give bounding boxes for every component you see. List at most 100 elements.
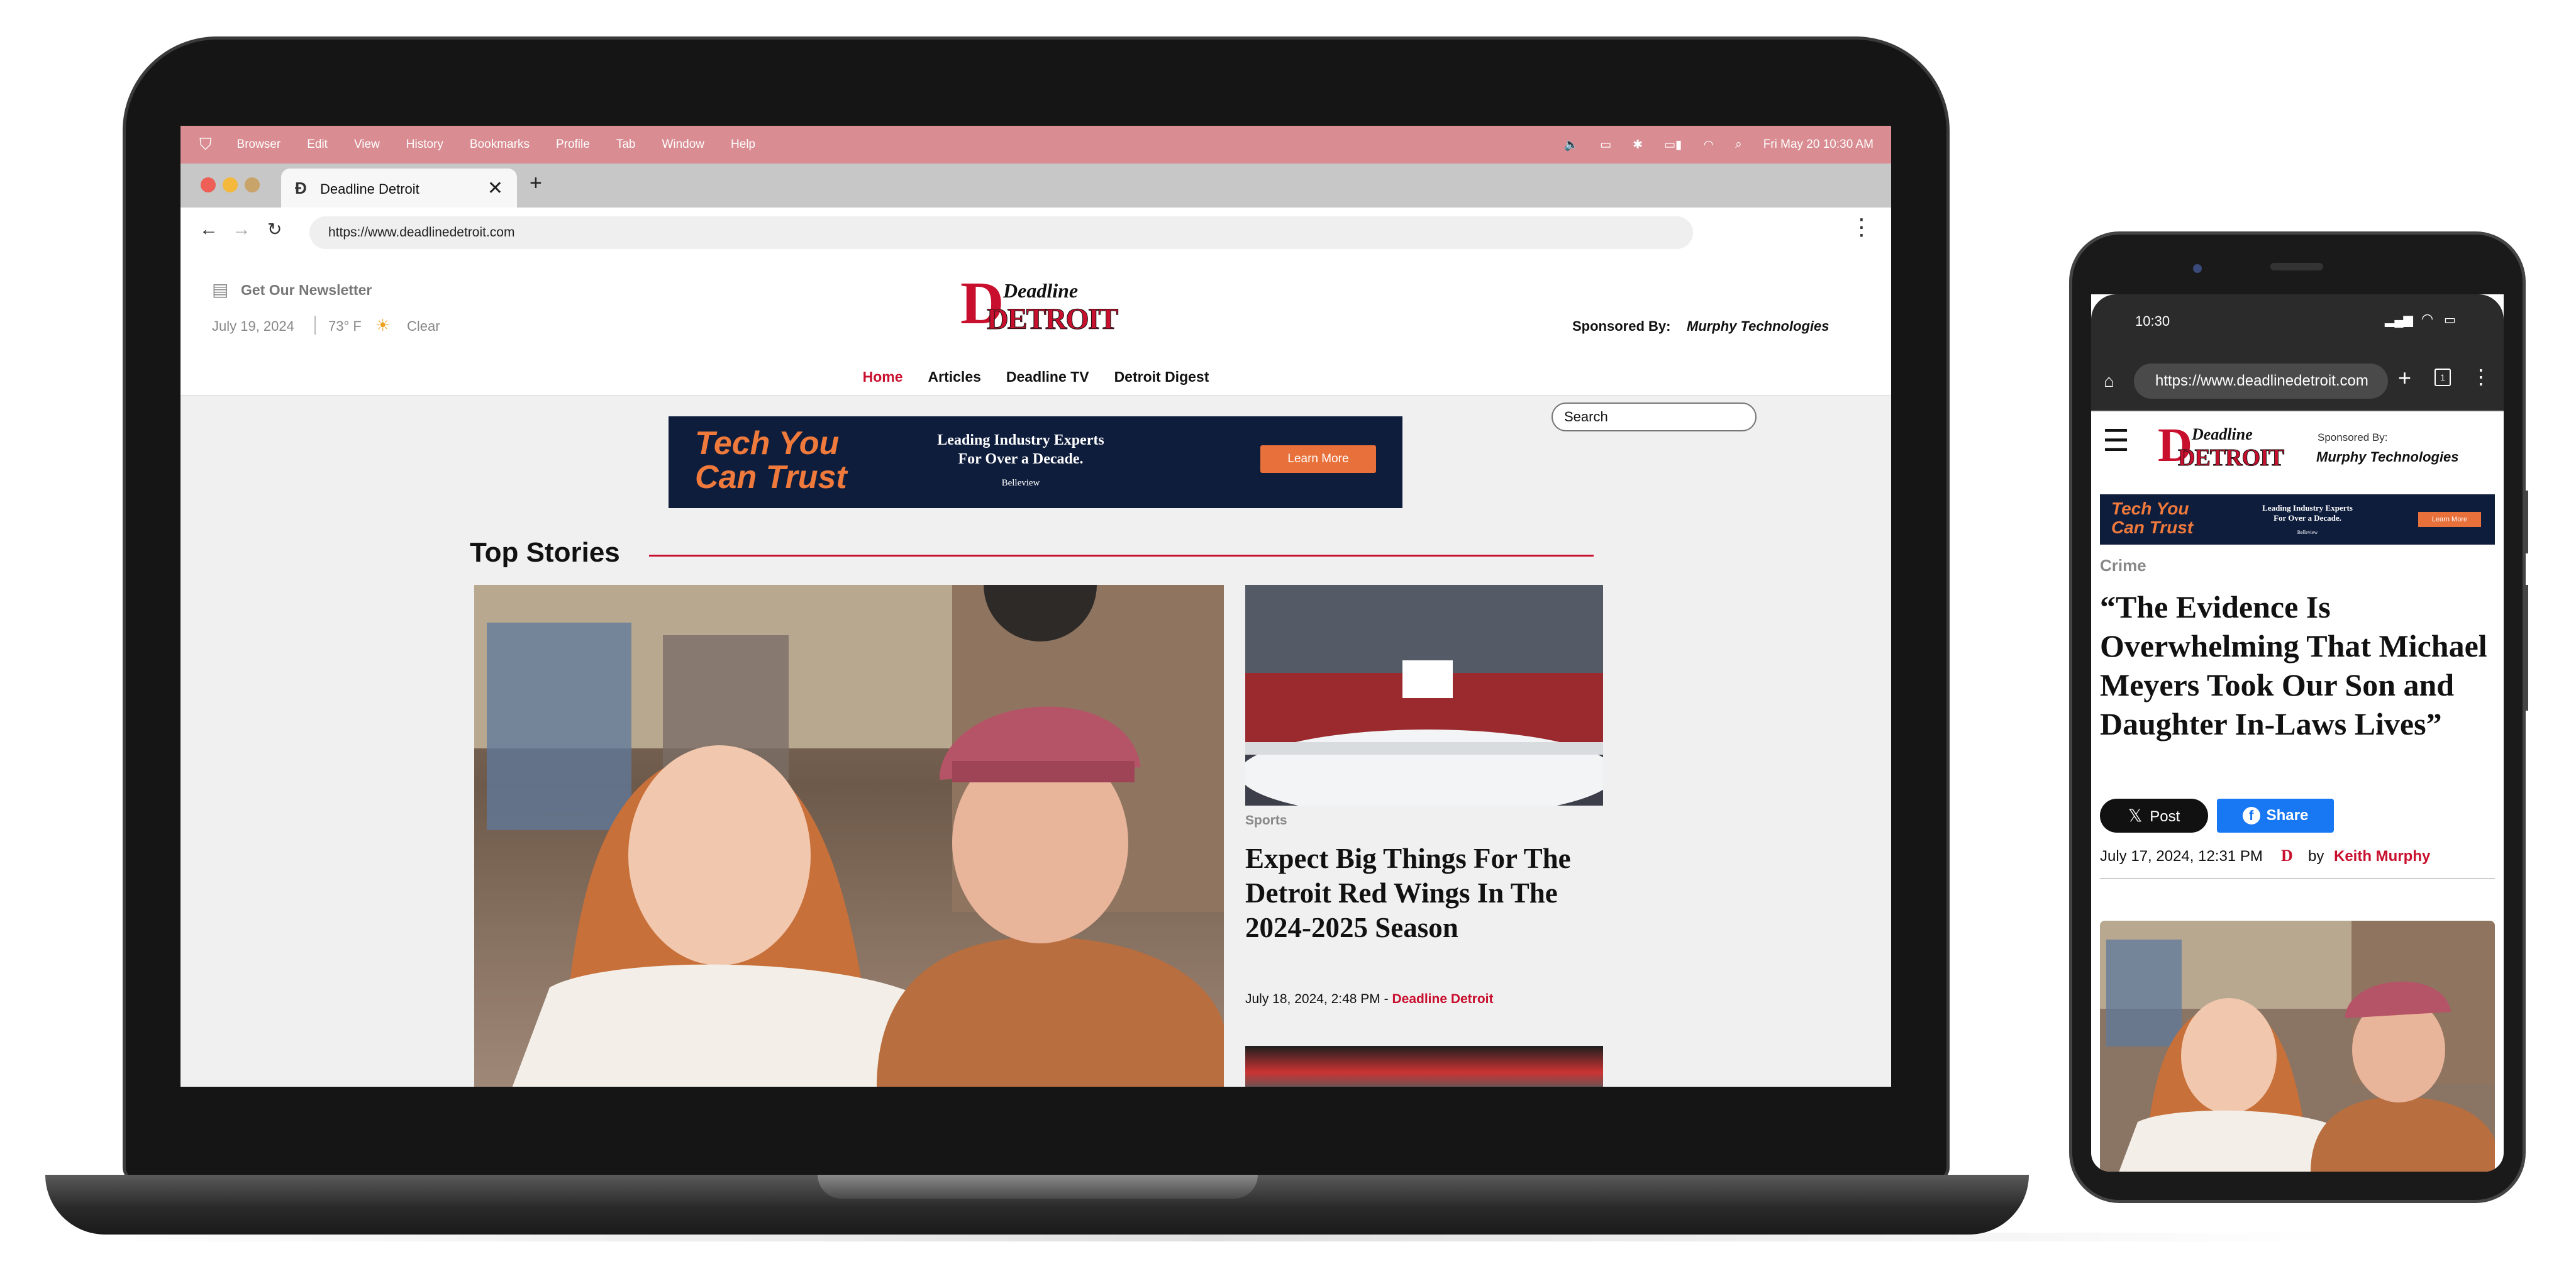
bluetooth-icon[interactable]: ✱ (1633, 138, 1643, 152)
side-story-date: July 18, 2024, 2:48 PM - (1245, 992, 1392, 1006)
wifi-icon[interactable]: ◠ (1703, 138, 1714, 152)
address-bar-row: ← → ↻ https://www.deadlinedetroit.com ⋮ (180, 208, 1891, 259)
laptop-notch (818, 1175, 1258, 1199)
nav-home[interactable]: Home (863, 369, 903, 386)
ad-learn-more-button[interactable]: Learn More (1260, 445, 1376, 473)
menu-history[interactable]: History (406, 138, 443, 152)
menu-tab[interactable]: Tab (616, 138, 636, 152)
logo-bottom-text: DETROIT (986, 302, 1118, 336)
window-minimize-button[interactable] (223, 177, 238, 192)
phone-article-category[interactable]: Crime (2100, 556, 2146, 575)
phone-author-logo-icon: D (2281, 846, 2293, 865)
phone-ad-learn-more-button[interactable]: Learn More (2418, 512, 2481, 527)
side-story-category[interactable]: Sports (1245, 813, 1287, 828)
phone-sponsor-name[interactable]: Murphy Technologies (2316, 449, 2459, 465)
sponsor-name[interactable]: Murphy Technologies (1687, 318, 1829, 335)
phone-signal-icon: ▂▄▆ (2385, 313, 2413, 327)
newsletter-icon: ▤ (212, 280, 229, 299)
window-zoom-button[interactable] (245, 177, 260, 192)
clock-datetime[interactable]: Fri May 20 10:30 AM (1763, 138, 1874, 152)
phone-url-field[interactable]: https://www.deadlinedetroit.com (2134, 364, 2388, 399)
menu-profile[interactable]: Profile (556, 138, 590, 152)
phone-ad-headline-2: Can Trust (2111, 518, 2194, 537)
hamburger-menu-icon[interactable]: ☰ (2102, 426, 2129, 457)
tab-deadline-detroit[interactable]: Ð Deadline Detroit ✕ (281, 169, 517, 208)
back-icon[interactable]: ← (199, 219, 218, 240)
nav-deadline-tv[interactable]: Deadline TV (1006, 369, 1089, 386)
browser-logo-icon[interactable]: ⛉ (199, 135, 212, 155)
site-nav: Home Articles Deadline TV Detroit Digest (180, 358, 1891, 396)
menu-help[interactable]: Help (731, 138, 755, 152)
phone-battery-icon: ▭ (2444, 313, 2456, 327)
top-stories-title: Top Stories (470, 537, 620, 568)
site-logo[interactable]: D Deadline DETROIT (960, 273, 1119, 336)
top-stories-rule (649, 555, 1594, 557)
couple-photo-illustration (474, 585, 1224, 1087)
phone-speaker (2270, 263, 2323, 270)
menu-edit[interactable]: Edit (307, 138, 328, 152)
phone-tabs-icon[interactable]: 1 (2434, 369, 2451, 386)
phone-ad-headline-1: Tech You (2111, 499, 2189, 518)
search-input[interactable]: Search (1552, 402, 1757, 431)
phone-site-logo[interactable]: D Deadline DETROIT (2158, 421, 2285, 473)
ad-banner[interactable]: Tech You Can Trust Leading Industry Expe… (669, 416, 1402, 508)
header-temperature: 73° F (328, 318, 362, 334)
newsletter-link[interactable]: Get Our Newsletter (241, 282, 372, 299)
tab-title: Deadline Detroit (320, 181, 419, 197)
menu-window[interactable]: Window (662, 138, 704, 152)
header-date: July 19, 2024 (212, 318, 294, 334)
battery-icon[interactable]: ▭▮ (1664, 138, 1682, 152)
search-icon[interactable]: ⌕ (1735, 138, 1742, 152)
phone-menu-icon[interactable]: ⋮ (2471, 365, 2491, 389)
phone-ad-banner[interactable]: Tech You Can Trust Leading Industry Expe… (2100, 494, 2495, 545)
phone-status-time: 10:30 (2135, 313, 2170, 329)
side-story-image[interactable] (1245, 585, 1603, 806)
nav-articles[interactable]: Articles (928, 369, 981, 386)
reload-icon[interactable]: ↻ (267, 219, 282, 240)
side-story-headline[interactable]: Expect Big Things For The Detroit Red Wi… (1245, 841, 1597, 945)
close-tab-icon[interactable]: ✕ (487, 177, 503, 199)
phone-article-image[interactable] (2100, 921, 2495, 1172)
menu-view[interactable]: View (354, 138, 380, 152)
laptop-screen: ⛉ Browser Edit View History Bookmarks Pr… (180, 126, 1891, 1087)
window-close-button[interactable] (201, 177, 216, 192)
nav-detroit-digest[interactable]: Detroit Digest (1114, 369, 1209, 386)
phone-ad-tagline-2: For Over a Decade. (2273, 513, 2341, 523)
new-tab-button[interactable]: + (530, 171, 542, 196)
next-story-image[interactable] (1245, 1046, 1603, 1087)
phone-logo-bottom-text: DETROIT (2177, 445, 2284, 472)
os-menubar: ⛉ Browser Edit View History Bookmarks Pr… (180, 126, 1891, 164)
phone-post-button[interactable]: 𝕏 Post (2100, 799, 2208, 833)
phone-new-tab-icon[interactable]: + (2398, 365, 2411, 391)
x-logo-icon: 𝕏 (2128, 806, 2143, 825)
phone-screen: ☰ D Deadline DETROIT Sponsored By: Murph… (2091, 294, 2504, 1172)
phone-share-button[interactable]: f Share (2217, 799, 2334, 833)
sun-icon: ☀ (375, 316, 391, 335)
menu-browser[interactable]: Browser (237, 138, 281, 152)
header-divider (314, 316, 316, 335)
phone-sponsor-label: Sponsored By: (2318, 431, 2388, 443)
volume-icon[interactable]: 🔈 (1564, 137, 1579, 152)
logo-top-text: Deadline (1003, 279, 1079, 302)
phone-couple-photo-illustration (2100, 921, 2495, 1172)
menu-bookmarks[interactable]: Bookmarks (470, 138, 530, 152)
browser-menu-icon[interactable]: ⋮ (1850, 214, 1873, 240)
phone-post-label: Post (2150, 808, 2180, 825)
phone-article-headline: “The Evidence Is Overwhelming That Micha… (2100, 589, 2487, 741)
ad-headline-1: Tech You (695, 425, 840, 462)
site-favicon-icon: Ð (295, 179, 307, 197)
phone-side-button (2524, 491, 2528, 553)
phone-ad-tagline-1: Leading Industry Experts (2262, 503, 2353, 513)
sponsor-label: Sponsored By: (1572, 318, 1671, 334)
url-field[interactable]: https://www.deadlinedetroit.com (309, 216, 1693, 249)
forward-icon[interactable]: → (232, 219, 251, 240)
ad-tagline-2: For Over a Decade. (958, 451, 1084, 467)
header-weather: Clear (407, 318, 440, 334)
facebook-icon: f (2242, 807, 2260, 824)
phone-author-link[interactable]: Keith Murphy (2334, 848, 2430, 865)
display-icon[interactable]: ▭ (1600, 138, 1611, 152)
phone-article-divider (2100, 878, 2495, 879)
main-story-image[interactable] (474, 585, 1224, 1087)
phone-home-icon[interactable]: ⌂ (2104, 371, 2114, 391)
side-story-source[interactable]: Deadline Detroit (1392, 992, 1493, 1006)
